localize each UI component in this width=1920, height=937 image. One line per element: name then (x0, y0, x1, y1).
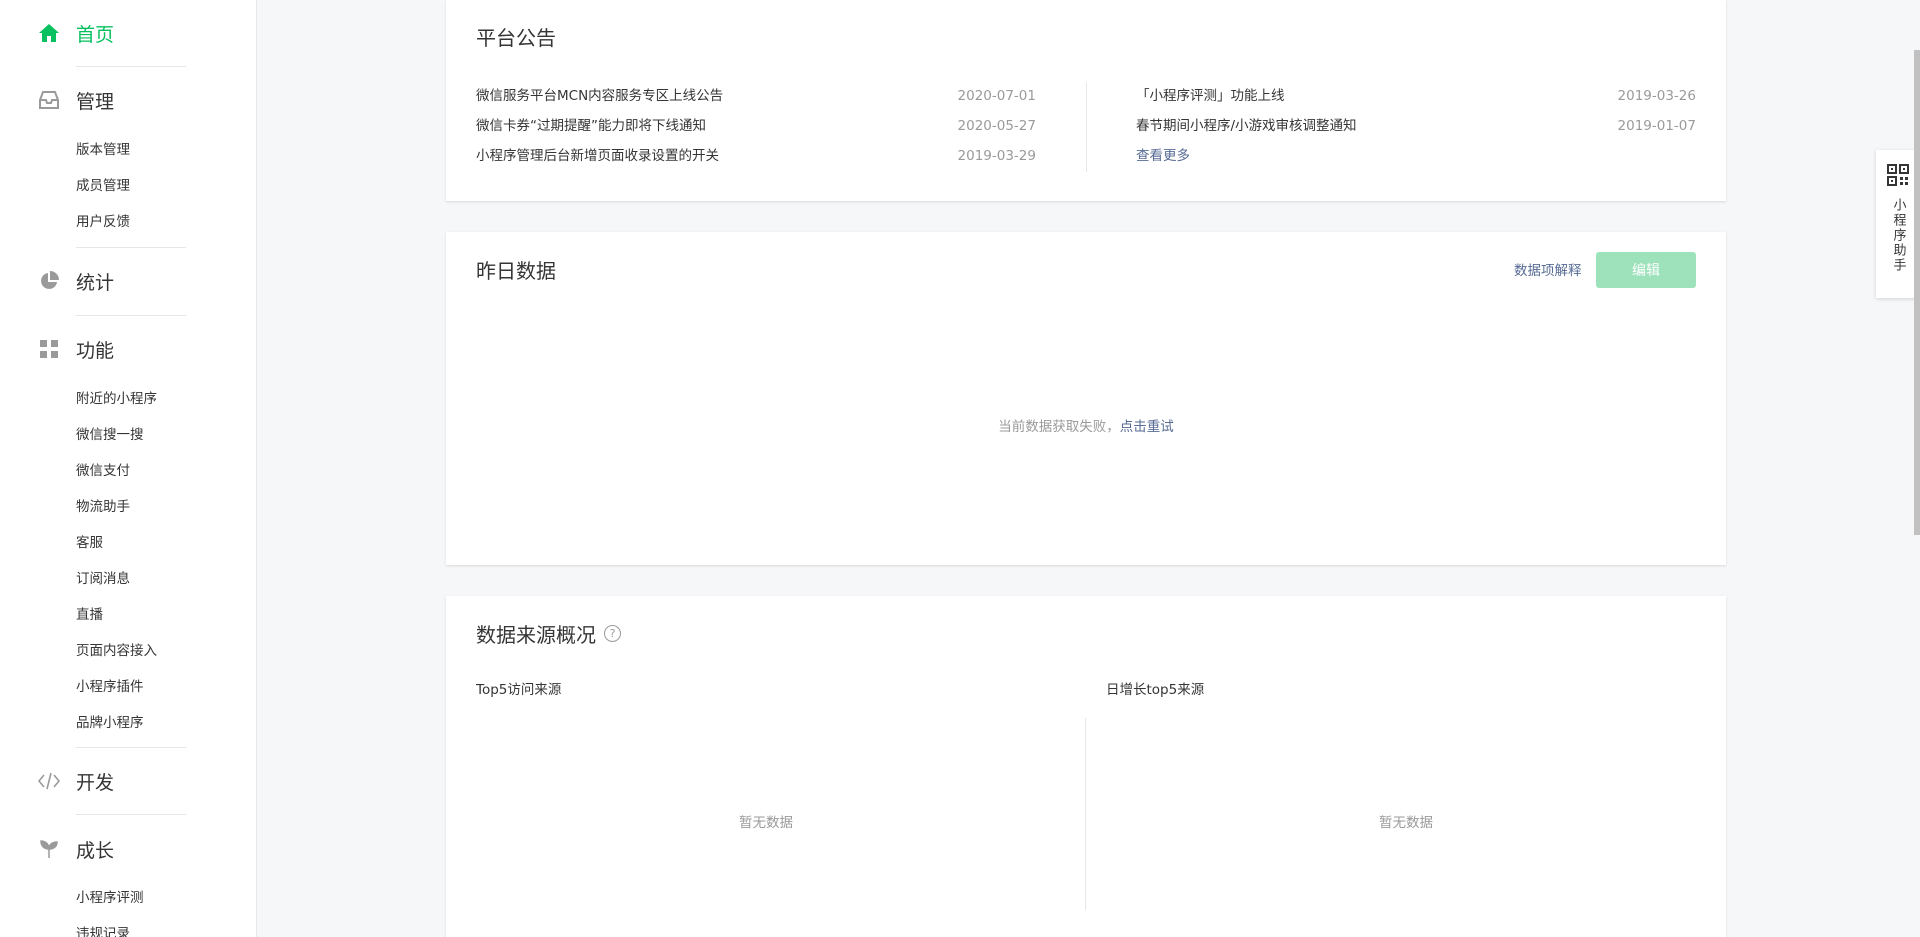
nav-features-label: 功能 (76, 339, 115, 362)
yesterday-title: 昨日数据 (476, 259, 556, 283)
notice-row[interactable]: 春节期间小程序/小游戏审核调整通知 2019-01-07 (1136, 116, 1696, 136)
left-empty-text: 暂无数据 (739, 815, 793, 831)
nav-stats[interactable]: 统计 (36, 267, 114, 295)
notice-date: 2019-03-26 (1617, 88, 1696, 104)
announcement-title: 平台公告 (476, 26, 556, 50)
right-empty-text: 暂无数据 (1379, 815, 1433, 831)
nav-dev-label: 开发 (76, 771, 115, 794)
nav-growth[interactable]: 成长 (36, 835, 114, 863)
qrcode-icon (1887, 164, 1909, 190)
inbox-icon (36, 87, 62, 113)
notice-title[interactable]: 春节期间小程序/小游戏审核调整通知 (1136, 116, 1357, 136)
notice-date: 2019-01-07 (1617, 118, 1696, 134)
nav-item-logistics[interactable]: 物流助手 (76, 497, 130, 517)
retry-link[interactable]: 点击重试 (1120, 419, 1174, 435)
yesterday-data-card: 昨日数据 数据项解释 编辑 当前数据获取失败，点击重试 (446, 232, 1726, 565)
notice-date: 2020-05-27 (957, 118, 1036, 134)
nav-item-live[interactable]: 直播 (76, 605, 103, 625)
nav-item-search[interactable]: 微信搜一搜 (76, 425, 144, 445)
edit-button[interactable]: 编辑 (1596, 252, 1696, 288)
sidebar: 首页 管理 版本管理 成员管理 用户反馈 统计 功能 附近的小程序 微信搜一搜 … (0, 0, 257, 937)
notice-title[interactable]: 小程序管理后台新增页面收录设置的开关 (476, 146, 719, 166)
nav-item-feedback[interactable]: 用户反馈 (76, 212, 130, 232)
nav-item-subscribe[interactable]: 订阅消息 (76, 569, 130, 589)
column-divider (1086, 82, 1087, 172)
data-sources-card: 数据来源概况 ? Top5访问来源 日增长top5来源 暂无数据 暂无数据 (446, 596, 1726, 937)
nav-item-customer-service[interactable]: 客服 (76, 533, 103, 553)
data-explain-link[interactable]: 数据项解释 (1514, 259, 1582, 279)
nav-item-plugins[interactable]: 小程序插件 (76, 677, 144, 697)
announcement-card: 平台公告 微信服务平台MCN内容服务专区上线公告 2020-07-01 微信卡券… (446, 0, 1726, 201)
nav-item-violations[interactable]: 违规记录 (76, 924, 130, 937)
nav-home[interactable]: 首页 (36, 19, 114, 47)
scrollbar[interactable] (1912, 0, 1920, 937)
scrollbar-thumb[interactable] (1914, 50, 1920, 535)
nav-item-nearby[interactable]: 附近的小程序 (76, 389, 157, 409)
view-more-row: 查看更多 (1136, 146, 1336, 166)
view-more-link[interactable]: 查看更多 (1136, 146, 1190, 166)
nav-divider (76, 66, 186, 67)
nav-manage-label: 管理 (76, 90, 115, 113)
nav-stats-label: 统计 (76, 271, 115, 294)
notice-title[interactable]: 微信服务平台MCN内容服务专区上线公告 (476, 86, 723, 106)
notice-row[interactable]: 「小程序评测」功能上线 2019-03-26 (1136, 86, 1696, 106)
nav-features[interactable]: 功能 (36, 335, 114, 363)
notice-row[interactable]: 微信服务平台MCN内容服务专区上线公告 2020-07-01 (476, 86, 1036, 106)
nav-item-page-content[interactable]: 页面内容接入 (76, 641, 157, 661)
nav-home-label: 首页 (76, 23, 115, 46)
daily-growth-sources-title: 日增长top5来源 (1106, 682, 1205, 698)
nav-divider (76, 814, 186, 815)
nav-growth-label: 成长 (76, 839, 115, 862)
nav-item-pay[interactable]: 微信支付 (76, 461, 130, 481)
nav-item-version[interactable]: 版本管理 (76, 140, 130, 160)
nav-divider (76, 747, 186, 748)
home-icon (36, 20, 62, 46)
helper-label: 小程序助手 (1890, 198, 1906, 273)
nav-item-members[interactable]: 成员管理 (76, 176, 130, 196)
notice-date: 2019-03-29 (957, 148, 1036, 164)
nav-divider (76, 315, 186, 316)
sprout-icon (36, 836, 62, 862)
nav-item-review[interactable]: 小程序评测 (76, 888, 144, 908)
error-message: 当前数据获取失败，点击重试 (446, 415, 1726, 435)
nav-divider (76, 247, 186, 248)
help-icon[interactable]: ? (604, 625, 621, 642)
error-text: 当前数据获取失败， (998, 419, 1120, 435)
nav-manage[interactable]: 管理 (36, 86, 114, 114)
nav-item-brand[interactable]: 品牌小程序 (76, 713, 144, 733)
top5-sources-title: Top5访问来源 (476, 682, 562, 698)
sources-title-row: 数据来源概况 ? (476, 619, 621, 648)
nav-dev[interactable]: 开发 (36, 767, 114, 795)
pie-chart-icon (36, 268, 62, 294)
notice-row[interactable]: 小程序管理后台新增页面收录设置的开关 2019-03-29 (476, 146, 1036, 166)
notice-row[interactable]: 微信卡券“过期提醒”能力即将下线通知 2020-05-27 (476, 116, 1036, 136)
notice-title[interactable]: 「小程序评测」功能上线 (1136, 86, 1285, 106)
code-icon (36, 768, 62, 794)
notice-date: 2020-07-01 (957, 88, 1036, 104)
sources-title: 数据来源概况 (476, 623, 596, 647)
grid-icon (36, 336, 62, 362)
notice-title[interactable]: 微信卡券“过期提醒”能力即将下线通知 (476, 116, 706, 136)
